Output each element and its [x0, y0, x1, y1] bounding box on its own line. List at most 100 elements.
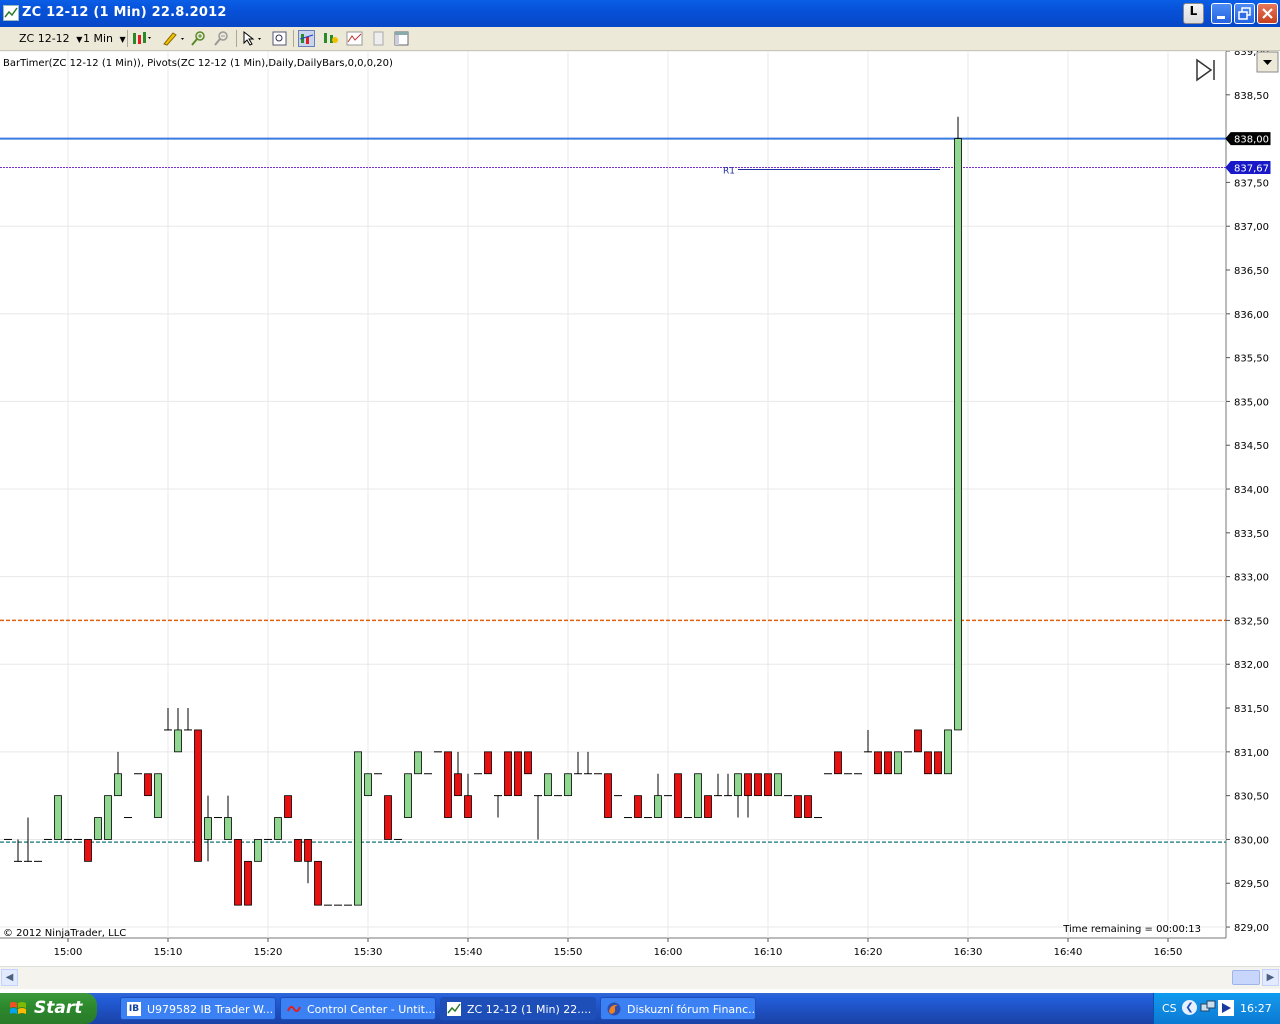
candle-body: [774, 773, 782, 797]
drawing-tool-button[interactable]: [161, 30, 184, 47]
candle-body: [104, 795, 112, 840]
time-tick-label: 15:10: [154, 947, 183, 958]
save-chart-button[interactable]: [370, 30, 387, 47]
price-tick-label: 834,50: [1234, 441, 1269, 452]
minimize-button[interactable]: [1211, 3, 1232, 24]
toolbar-separator: [127, 30, 128, 47]
tray-expand-icon[interactable]: ❮: [1182, 1000, 1197, 1015]
candle-body: [454, 773, 462, 797]
window-title: ZC 12-12 (1 Min) 22.8.2012: [22, 5, 227, 20]
candle-body: [524, 751, 532, 775]
window-layout-button[interactable]: [393, 30, 410, 47]
cursor-button[interactable]: [241, 30, 261, 47]
taskbar-item-label: Diskuzní fórum Financ...: [627, 1003, 756, 1016]
indicators-button[interactable]: [298, 30, 315, 47]
time-remaining-label: Time remaining = 00:00:13: [1062, 924, 1201, 935]
restore-button[interactable]: [1234, 3, 1255, 24]
pencil-icon: [163, 32, 184, 46]
restore-icon: [1238, 7, 1251, 20]
time-tick-label: 15:50: [554, 947, 583, 958]
price-chart[interactable]: R1 839,00838,50838,00837,50837,00836,508…: [0, 51, 1280, 965]
candle-body: [514, 751, 522, 797]
candle-body: [834, 751, 842, 775]
price-tick-label: 829,00: [1234, 923, 1269, 934]
candle-body: [274, 817, 282, 840]
language-indicator[interactable]: CS: [1162, 1002, 1177, 1015]
chart-properties-button[interactable]: [346, 30, 363, 47]
price-tick-label: 835,00: [1234, 397, 1269, 408]
time-tick-label: 15:30: [354, 947, 383, 958]
candle-body: [444, 751, 452, 818]
candle-body: [744, 773, 752, 797]
price-tick-label: 837,00: [1234, 222, 1269, 233]
horizontal-scrollbar[interactable]: ◀ ▶: [0, 966, 1280, 989]
taskbar-item-chart[interactable]: ZC 12-12 (1 Min) 22....: [440, 997, 596, 1020]
taskbar-item-control-center[interactable]: Control Center - Untit...: [280, 997, 436, 1020]
document-icon: [373, 31, 384, 46]
time-tick-label: 16:20: [854, 947, 883, 958]
taskbar-item-firefox[interactable]: Diskuzní fórum Financ...: [600, 997, 756, 1020]
candle-body: [114, 773, 122, 797]
price-tick-label: 836,00: [1234, 310, 1269, 321]
candle-body: [414, 751, 422, 775]
zoom-in-button[interactable]: [190, 30, 207, 47]
candle-body: [224, 817, 232, 840]
price-tick-label: 830,50: [1234, 792, 1269, 803]
close-button[interactable]: [1257, 3, 1278, 24]
taskbar: Start IB U979582 IB Trader W... Control …: [0, 993, 1280, 1024]
r1-price-label: 837,67: [1234, 164, 1269, 175]
bar-style-button[interactable]: [131, 30, 151, 47]
network-icon[interactable]: [1200, 1000, 1216, 1016]
candle-body: [934, 751, 942, 775]
start-label: Start: [34, 998, 83, 1018]
candle-body: [94, 817, 102, 840]
zoom-in-icon: [191, 31, 205, 46]
candle-body: [154, 773, 162, 818]
candle-body: [234, 839, 242, 906]
indicators-icon: [299, 34, 314, 44]
taskbar-item-label: ZC 12-12 (1 Min) 22....: [467, 1003, 592, 1016]
candle-body: [254, 839, 262, 862]
data-box-button[interactable]: [271, 30, 288, 47]
price-tick-label: 833,50: [1234, 529, 1269, 540]
scroll-left-button[interactable]: ◀: [1, 969, 18, 986]
time-axis-labels: 15:00 15:10 15:20 15:30 15:40 15:50 16:00 16:10…: [54, 938, 1182, 958]
candle-body: [754, 773, 762, 797]
indicator-label: BarTimer(ZC 12-12 (1 Min)), Pivots(ZC 12…: [3, 58, 393, 69]
candle-body: [564, 773, 572, 797]
candle-body: [174, 729, 182, 753]
scroll-thumb[interactable]: [1232, 970, 1260, 985]
start-button[interactable]: Start: [0, 993, 97, 1024]
interval-selector[interactable]: 1 Min ▼: [83, 31, 126, 46]
media-play-icon[interactable]: [1218, 1000, 1234, 1016]
window-titlebar: ZC 12-12 (1 Min) 22.8.2012 L: [0, 0, 1280, 27]
candle-body: [504, 751, 512, 797]
ib-app-icon: IB: [127, 1002, 141, 1016]
candle-body: [354, 751, 362, 906]
price-tick-label: 833,00: [1234, 573, 1269, 584]
taskbar-item-ib-trader[interactable]: IB U979582 IB Trader W...: [120, 997, 276, 1020]
candle-body: [634, 795, 642, 818]
scroll-right-button[interactable]: ▶: [1262, 969, 1279, 986]
candle-body: [694, 773, 702, 818]
candle-body: [954, 138, 962, 731]
magnifier-icon: [272, 31, 287, 46]
candle-body: [314, 860, 322, 906]
price-tick-label: 835,50: [1234, 354, 1269, 365]
cursor-arrow-icon: [243, 30, 261, 46]
price-tick-label: 829,50: [1234, 879, 1269, 890]
time-tick-label: 16:30: [954, 947, 983, 958]
layout-icon: [394, 31, 409, 46]
price-axis-dropdown[interactable]: [1256, 51, 1279, 73]
link-button[interactable]: L: [1183, 3, 1204, 24]
candlestick-icon: [133, 32, 151, 44]
chart-toolbar: ZC 12-12 ▼ 1 Min ▼: [0, 27, 1280, 51]
price-tick-label: 834,00: [1234, 485, 1269, 496]
zoom-out-button[interactable]: [213, 30, 230, 47]
instrument-selector[interactable]: ZC 12-12 ▼: [19, 31, 82, 46]
candle-body: [364, 773, 372, 797]
candle-body: [894, 751, 902, 775]
last-price-label: 838,00: [1234, 135, 1269, 146]
strategies-button[interactable]: [322, 30, 339, 47]
chart-app-icon: [3, 5, 19, 21]
